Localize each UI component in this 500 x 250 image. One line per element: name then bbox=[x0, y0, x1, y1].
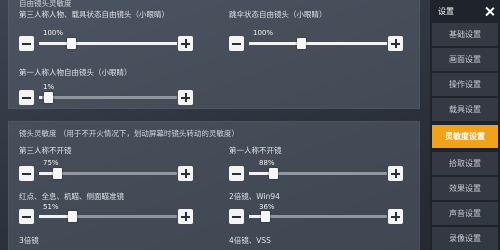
increase-button[interactable] bbox=[388, 36, 403, 51]
slider-track[interactable] bbox=[249, 168, 387, 179]
close-icon[interactable] bbox=[485, 7, 494, 16]
menu-item-vehicle[interactable]: 载具设置 bbox=[432, 98, 498, 121]
increase-button[interactable] bbox=[178, 209, 193, 224]
increase-button[interactable] bbox=[178, 36, 193, 51]
panel-title: 镜头灵敏度 （用于不开火情况下，划动屏幕时镜头转动的灵敏度） bbox=[19, 129, 239, 138]
slider-value: 100% bbox=[253, 29, 274, 37]
increase-button[interactable] bbox=[178, 90, 193, 105]
slider-label: 4倍镜、VSS bbox=[229, 236, 271, 245]
slider-track[interactable] bbox=[249, 211, 387, 222]
menu-item-basic[interactable]: 基础设置 bbox=[432, 23, 498, 46]
slider-value: 51% bbox=[43, 203, 59, 211]
slider-track[interactable] bbox=[39, 211, 177, 222]
menu-item-effects[interactable]: 效果设置 bbox=[432, 177, 498, 200]
slider-value: 88% bbox=[259, 159, 275, 167]
decrease-button[interactable] bbox=[19, 166, 34, 181]
increase-button[interactable] bbox=[178, 166, 193, 181]
panel-title: 自由镜头灵敏度 bbox=[19, 0, 72, 8]
menu-item-graphics[interactable]: 画面设置 bbox=[432, 48, 498, 71]
increase-button[interactable] bbox=[388, 166, 403, 181]
slider-label: 跳伞状态自由镜头（小眼睛） bbox=[229, 10, 327, 19]
slider-thumb[interactable] bbox=[53, 168, 62, 179]
slider-label: 红点、全息、机瞄、侧面瞄准镜 bbox=[19, 192, 124, 201]
slider-value: 1% bbox=[43, 83, 55, 91]
decrease-button[interactable] bbox=[19, 36, 34, 51]
slider-thumb[interactable] bbox=[297, 38, 306, 49]
slider-track[interactable] bbox=[39, 92, 177, 103]
free-camera-sensitivity-panel: 自由镜头灵敏度 第三人称人物、载具状态自由镜头（小眼睛） 100% 跳伞状态自由… bbox=[8, 0, 420, 109]
slider-label: 第三人称人物、载具状态自由镜头（小眼睛） bbox=[19, 10, 169, 19]
decrease-button[interactable] bbox=[229, 209, 244, 224]
decrease-button[interactable] bbox=[19, 90, 34, 105]
menu-item-sound[interactable]: 声音设置 bbox=[432, 202, 498, 225]
menu-item-pickup[interactable]: 拾取设置 bbox=[432, 152, 498, 175]
slider-thumb[interactable] bbox=[269, 168, 278, 179]
slider-track[interactable] bbox=[249, 38, 387, 49]
menu-item-sensitivity[interactable]: 灵敏度设置 bbox=[432, 125, 498, 148]
slider-label: 2倍镜、Win94 bbox=[229, 192, 280, 201]
increase-button[interactable] bbox=[388, 209, 403, 224]
decrease-button[interactable] bbox=[229, 36, 244, 51]
slider-thumb[interactable] bbox=[261, 211, 270, 222]
slider-label: 第三人称不开镜 bbox=[19, 146, 72, 155]
slider-thumb[interactable] bbox=[44, 92, 53, 103]
slider-label: 第一人称不开镜 bbox=[229, 146, 282, 155]
settings-menu: 设置 基础设置 画面设置 操作设置 载具设置 灵敏度设置 拾取设置 效果设置 声… bbox=[430, 0, 500, 250]
slider-label: 3倍镜 bbox=[19, 236, 39, 245]
slider-thumb[interactable] bbox=[68, 211, 77, 222]
decrease-button[interactable] bbox=[19, 209, 34, 224]
slider-label: 第一人称人物自由镜头（小眼睛） bbox=[19, 68, 132, 77]
slider-value: 75% bbox=[43, 159, 59, 167]
menu-item-controls[interactable]: 操作设置 bbox=[432, 73, 498, 96]
slider-value: 36% bbox=[259, 203, 275, 211]
slider-track[interactable] bbox=[39, 38, 177, 49]
slider-value: 100% bbox=[43, 29, 64, 37]
decrease-button[interactable] bbox=[229, 166, 244, 181]
camera-sensitivity-panel: 镜头灵敏度 （用于不开火情况下，划动屏幕时镜头转动的灵敏度） 第三人称不开镜 7… bbox=[8, 121, 420, 250]
slider-thumb[interactable] bbox=[67, 38, 76, 49]
settings-header: 设置 bbox=[430, 0, 500, 22]
slider-track[interactable] bbox=[39, 168, 177, 179]
settings-title: 设置 bbox=[438, 6, 454, 16]
menu-item-recording[interactable]: 录像设置 bbox=[432, 227, 498, 250]
